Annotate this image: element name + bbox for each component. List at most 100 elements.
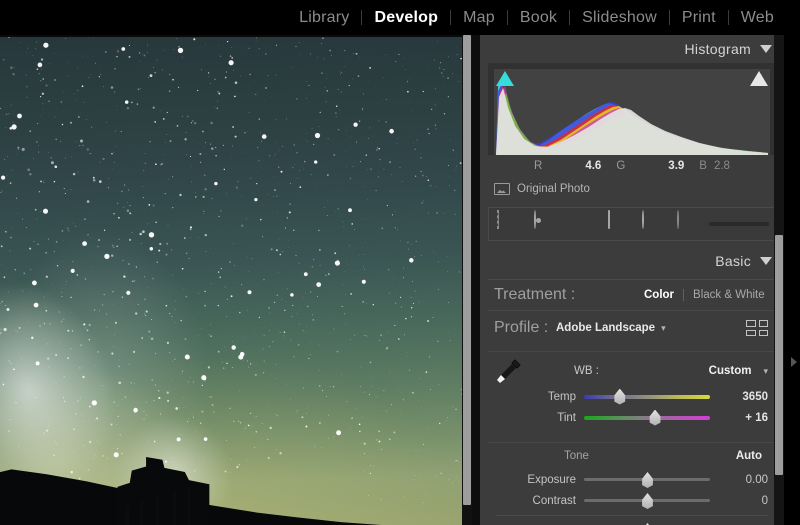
graduated-filter-icon: [608, 210, 610, 229]
radial-filter-icon: [642, 210, 644, 229]
original-photo-label: Original Photo: [517, 183, 590, 195]
chevron-down-icon[interactable]: [760, 45, 772, 53]
histogram-title: Histogram: [685, 41, 752, 57]
spot-removal-tool[interactable]: [531, 211, 557, 237]
structure-post: [187, 488, 190, 525]
tint-slider-knob[interactable]: [648, 410, 663, 426]
module-slideshow[interactable]: Slideshow: [570, 9, 669, 27]
rgb-g-value: 3.9: [632, 160, 692, 172]
eyedropper-icon[interactable]: [490, 356, 524, 386]
shadow-clipping-triangle[interactable]: [496, 71, 514, 86]
basic-panel-header[interactable]: Basic: [480, 247, 784, 275]
tint-slider-row: Tint + 16: [488, 407, 776, 428]
basic-title: Basic: [715, 253, 751, 269]
adjustment-brush-tool[interactable]: [675, 211, 701, 237]
canvas-vertical-scrollbar[interactable]: [462, 35, 472, 525]
tint-label: Tint: [488, 412, 584, 424]
rgb-b-label: B: [699, 160, 707, 172]
contrast-slider-knob[interactable]: [640, 493, 655, 509]
histogram-rgb-readout: R 4.6 G 3.9 B 2.8: [488, 155, 776, 177]
tool-size-slider[interactable]: [709, 222, 769, 226]
contrast-slider-row: Contrast 0: [488, 490, 776, 511]
histogram-plot[interactable]: [494, 69, 770, 155]
tone-header: Tone Auto: [488, 443, 776, 469]
radial-filter-tool[interactable]: [639, 211, 665, 237]
tone-block: Tone Auto Exposure 0.00 Contrast 0 Highl…: [488, 442, 776, 525]
contrast-slider-track[interactable]: [584, 499, 710, 502]
panel-vertical-scrollbar[interactable]: [774, 35, 784, 525]
rgb-r-value: 4.6: [549, 160, 609, 172]
chevron-down-icon[interactable]: [760, 257, 772, 265]
exposure-slider-track[interactable]: [584, 478, 710, 481]
wb-row: WB : Custom ▾: [488, 356, 776, 386]
image-canvas[interactable]: [0, 35, 472, 525]
tint-value[interactable]: + 16: [716, 412, 776, 424]
photo-frame-icon: [494, 183, 510, 195]
structure-post: [140, 501, 143, 525]
module-picker-bar: Library Develop Map Book Slideshow Print…: [0, 0, 800, 35]
white-balance-block: WB : Custom ▾ Temp 3650 Tint + 16: [488, 351, 776, 434]
rgb-r-label: R: [534, 160, 542, 172]
lightroom-develop-window: Library Develop Map Book Slideshow Print…: [0, 0, 800, 525]
structure-post: [156, 496, 159, 525]
original-photo-row[interactable]: Original Photo: [488, 177, 776, 201]
contrast-value[interactable]: 0: [716, 495, 776, 507]
right-panel: Histogram R 4.6: [480, 35, 784, 525]
temp-slider-knob[interactable]: [612, 389, 627, 405]
wb-value[interactable]: Custom: [709, 365, 752, 377]
crop-overlay-tool[interactable]: [495, 211, 521, 237]
spot-removal-icon: [534, 210, 536, 229]
updown-chevron-icon[interactable]: ▾: [763, 367, 768, 375]
temp-slider-track[interactable]: [584, 395, 710, 399]
tone-auto-button[interactable]: Auto: [736, 450, 762, 462]
module-web[interactable]: Web: [729, 9, 786, 27]
brush-icon: [677, 210, 679, 229]
histogram-curves: [494, 69, 770, 155]
module-book[interactable]: Book: [508, 9, 569, 27]
profile-grid-icon[interactable]: [746, 320, 768, 336]
rgb-g-label: G: [616, 160, 625, 172]
histogram-box: [488, 63, 776, 155]
treatment-bw-option[interactable]: Black & White: [693, 289, 765, 301]
profile-row: Profile : Adobe Landscape ▾: [488, 310, 776, 345]
contrast-label: Contrast: [488, 495, 584, 507]
photo-preview[interactable]: [0, 37, 464, 525]
structure-post: [173, 492, 176, 525]
exposure-value[interactable]: 0.00: [716, 474, 776, 486]
tool-strip: [488, 207, 776, 241]
wb-label: WB :: [574, 365, 599, 377]
exposure-label: Exposure: [488, 474, 584, 486]
temp-value[interactable]: 3650: [716, 391, 776, 403]
tint-slider-track[interactable]: [584, 416, 710, 420]
temp-slider-row: Temp 3650: [488, 386, 776, 407]
exposure-slider-row: Exposure 0.00: [488, 469, 776, 490]
histogram-panel-header[interactable]: Histogram: [480, 35, 784, 63]
module-library[interactable]: Library: [287, 9, 361, 27]
tone-divider: [496, 515, 768, 516]
highlight-clipping-triangle[interactable]: [750, 71, 768, 86]
module-map[interactable]: Map: [451, 9, 507, 27]
exposure-slider-knob[interactable]: [640, 472, 655, 488]
profile-value[interactable]: Adobe Landscape: [556, 322, 655, 334]
treatment-color-option[interactable]: Color: [644, 289, 674, 301]
crop-icon: [497, 210, 499, 229]
temp-label: Temp: [488, 391, 584, 403]
rgb-b-value: 2.8: [714, 160, 730, 172]
highlights-slider-row: Highlights 0: [488, 520, 776, 525]
treatment-separator: [683, 289, 684, 301]
treatment-label: Treatment :: [488, 286, 644, 304]
graduated-filter-tool[interactable]: [603, 211, 629, 237]
star-field: [0, 37, 464, 525]
module-develop[interactable]: Develop: [362, 9, 450, 27]
canvas-scrollbar-thumb[interactable]: [463, 35, 471, 505]
profile-label: Profile :: [488, 319, 556, 337]
tone-label: Tone: [564, 450, 589, 462]
panel-collapse-arrow-icon[interactable]: [791, 357, 797, 367]
module-print[interactable]: Print: [670, 9, 728, 27]
eyedropper-glyph: [490, 356, 524, 386]
structure-post: [126, 505, 129, 525]
panel-scrollbar-thumb[interactable]: [775, 235, 783, 475]
treatment-row: Treatment : Color Black & White: [488, 279, 776, 310]
red-eye-correction-tool[interactable]: [567, 211, 593, 237]
updown-chevron-icon[interactable]: ▾: [661, 324, 666, 332]
